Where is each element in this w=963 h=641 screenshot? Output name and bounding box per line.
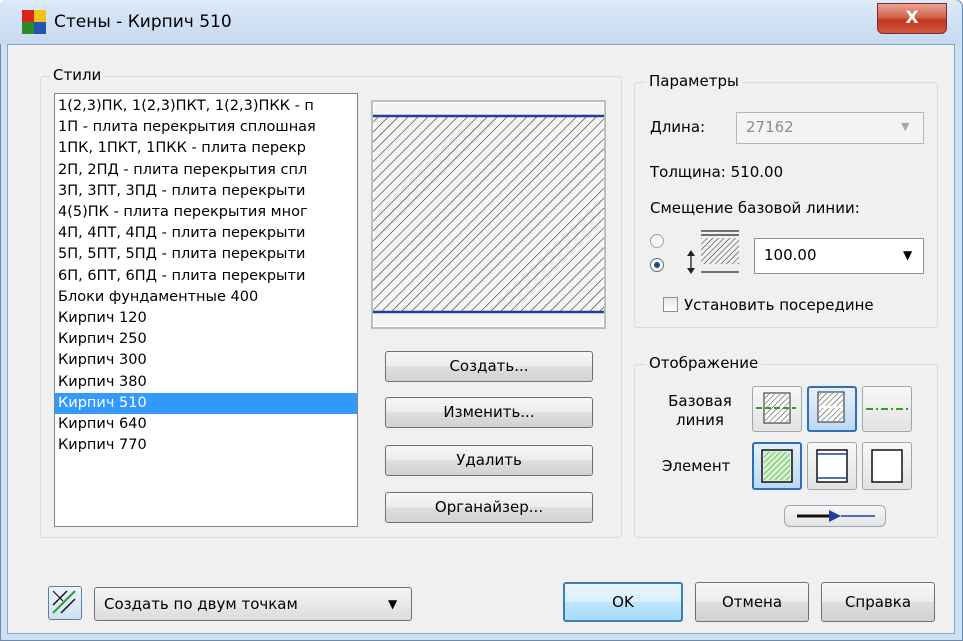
window-title: Стены - Кирпич 510 — [54, 12, 232, 32]
list-item[interactable]: Блоки фундаментные 400 — [58, 287, 258, 308]
styles-group-label: Стили — [50, 66, 105, 84]
list-item[interactable]: Кирпич 120 — [58, 308, 147, 329]
element-display-outline-button[interactable] — [862, 442, 912, 490]
help-button[interactable]: Справка — [821, 582, 935, 622]
parameters-group-label: Параметры — [646, 72, 742, 90]
organizer-button[interactable]: Органайзер... — [385, 492, 593, 523]
list-item[interactable]: 2П, 2ПД - плита перекрытия спл — [58, 160, 307, 181]
list-item[interactable]: 1ПК, 1ПКТ, 1ПКК - плита перекр — [58, 138, 306, 159]
list-item[interactable]: Кирпич 300 — [58, 350, 147, 371]
direction-button[interactable] — [784, 505, 886, 527]
element-display-outline-lines-button[interactable] — [807, 442, 857, 490]
list-item[interactable]: 4(5)ПК - плита перекрытия мног — [58, 202, 308, 223]
draw-wall-icon — [52, 590, 76, 614]
offset-value: 100.00 — [764, 246, 817, 264]
list-item[interactable]: Кирпич 640 — [58, 414, 147, 435]
close-button[interactable]: X — [877, 3, 947, 34]
chevron-down-icon: ▼ — [903, 248, 913, 262]
baseline-hatch-dash-icon — [756, 392, 796, 424]
draw-mode-icon-button[interactable] — [48, 586, 82, 620]
baseline-dash-icon — [866, 408, 908, 410]
list-item[interactable]: Кирпич 250 — [58, 329, 147, 350]
baseline-offset-label: Смещение базовой линии: — [650, 199, 860, 217]
baseline-label: Базовая линия — [668, 392, 732, 429]
element-label: Элемент — [662, 457, 731, 475]
baseline-display-hatch-button[interactable] — [807, 386, 857, 432]
element-filled-icon — [761, 449, 793, 483]
list-item[interactable]: 3П, 3ПТ, 3ПД - плита перекрыти — [58, 181, 305, 202]
center-checkbox-label: Установить посередине — [684, 296, 874, 314]
baseline-hatch-icon — [817, 391, 845, 423]
length-label: Длина: — [650, 118, 706, 136]
list-item[interactable]: Кирпич 380 — [58, 372, 147, 393]
cancel-button[interactable]: Отмена — [695, 582, 809, 622]
baseline-offset-icon — [683, 228, 741, 278]
list-item[interactable]: 5П, 5ПТ, 5ПД - плита перекрыти — [58, 244, 305, 265]
hatch-preview-icon — [373, 114, 604, 314]
list-item[interactable]: 1(2,3)ПК, 1(2,3)ПКТ, 1(2,3)ПКК - п — [58, 96, 314, 117]
app-icon — [22, 10, 46, 34]
list-item[interactable]: Кирпич 510 — [55, 392, 357, 414]
display-group-label: Отображение — [646, 354, 762, 372]
list-item[interactable]: 6П, 6ПТ, 6ПД - плита перекрыти — [58, 266, 305, 287]
thickness-text: Толщина: 510.00 — [650, 163, 784, 181]
create-button[interactable]: Создать... — [385, 351, 593, 382]
styles-list[interactable]: 1(2,3)ПК, 1(2,3)ПКТ, 1(2,3)ПКК - п 1П - п… — [54, 93, 358, 527]
draw-mode-combobox[interactable]: Создать по двум точкам ▼ — [94, 587, 412, 621]
chevron-down-icon: ▼ — [388, 597, 398, 611]
length-value: 27162 — [746, 118, 794, 136]
center-checkbox[interactable] — [663, 297, 678, 312]
baseline-display-hatch-dash-button[interactable] — [752, 386, 802, 432]
style-preview — [371, 100, 606, 329]
element-display-filled-button[interactable] — [752, 442, 802, 490]
length-combobox: 27162 ▼ — [736, 112, 924, 144]
list-item[interactable]: Кирпич 770 — [58, 435, 147, 456]
element-outline-lines-icon — [816, 449, 848, 483]
list-item[interactable]: 4П, 4ПТ, 4ПД - плита перекрыти — [58, 223, 305, 244]
element-outline-icon — [871, 449, 903, 483]
offset-combobox[interactable]: 100.00 ▼ — [754, 238, 924, 274]
delete-button[interactable]: Удалить — [385, 445, 593, 476]
chevron-down-icon: ▼ — [901, 120, 910, 133]
ok-button[interactable]: OK — [563, 582, 683, 622]
edit-button[interactable]: Изменить... — [385, 397, 593, 428]
offset-mode-radio-1[interactable] — [650, 234, 664, 248]
baseline-display-dash-button[interactable] — [862, 386, 912, 432]
draw-mode-value: Создать по двум точкам — [104, 595, 298, 613]
offset-mode-radio-2[interactable] — [650, 258, 664, 272]
list-item[interactable]: 1П - плита перекрытия сплошная — [58, 117, 316, 138]
arrow-right-icon — [797, 510, 875, 522]
